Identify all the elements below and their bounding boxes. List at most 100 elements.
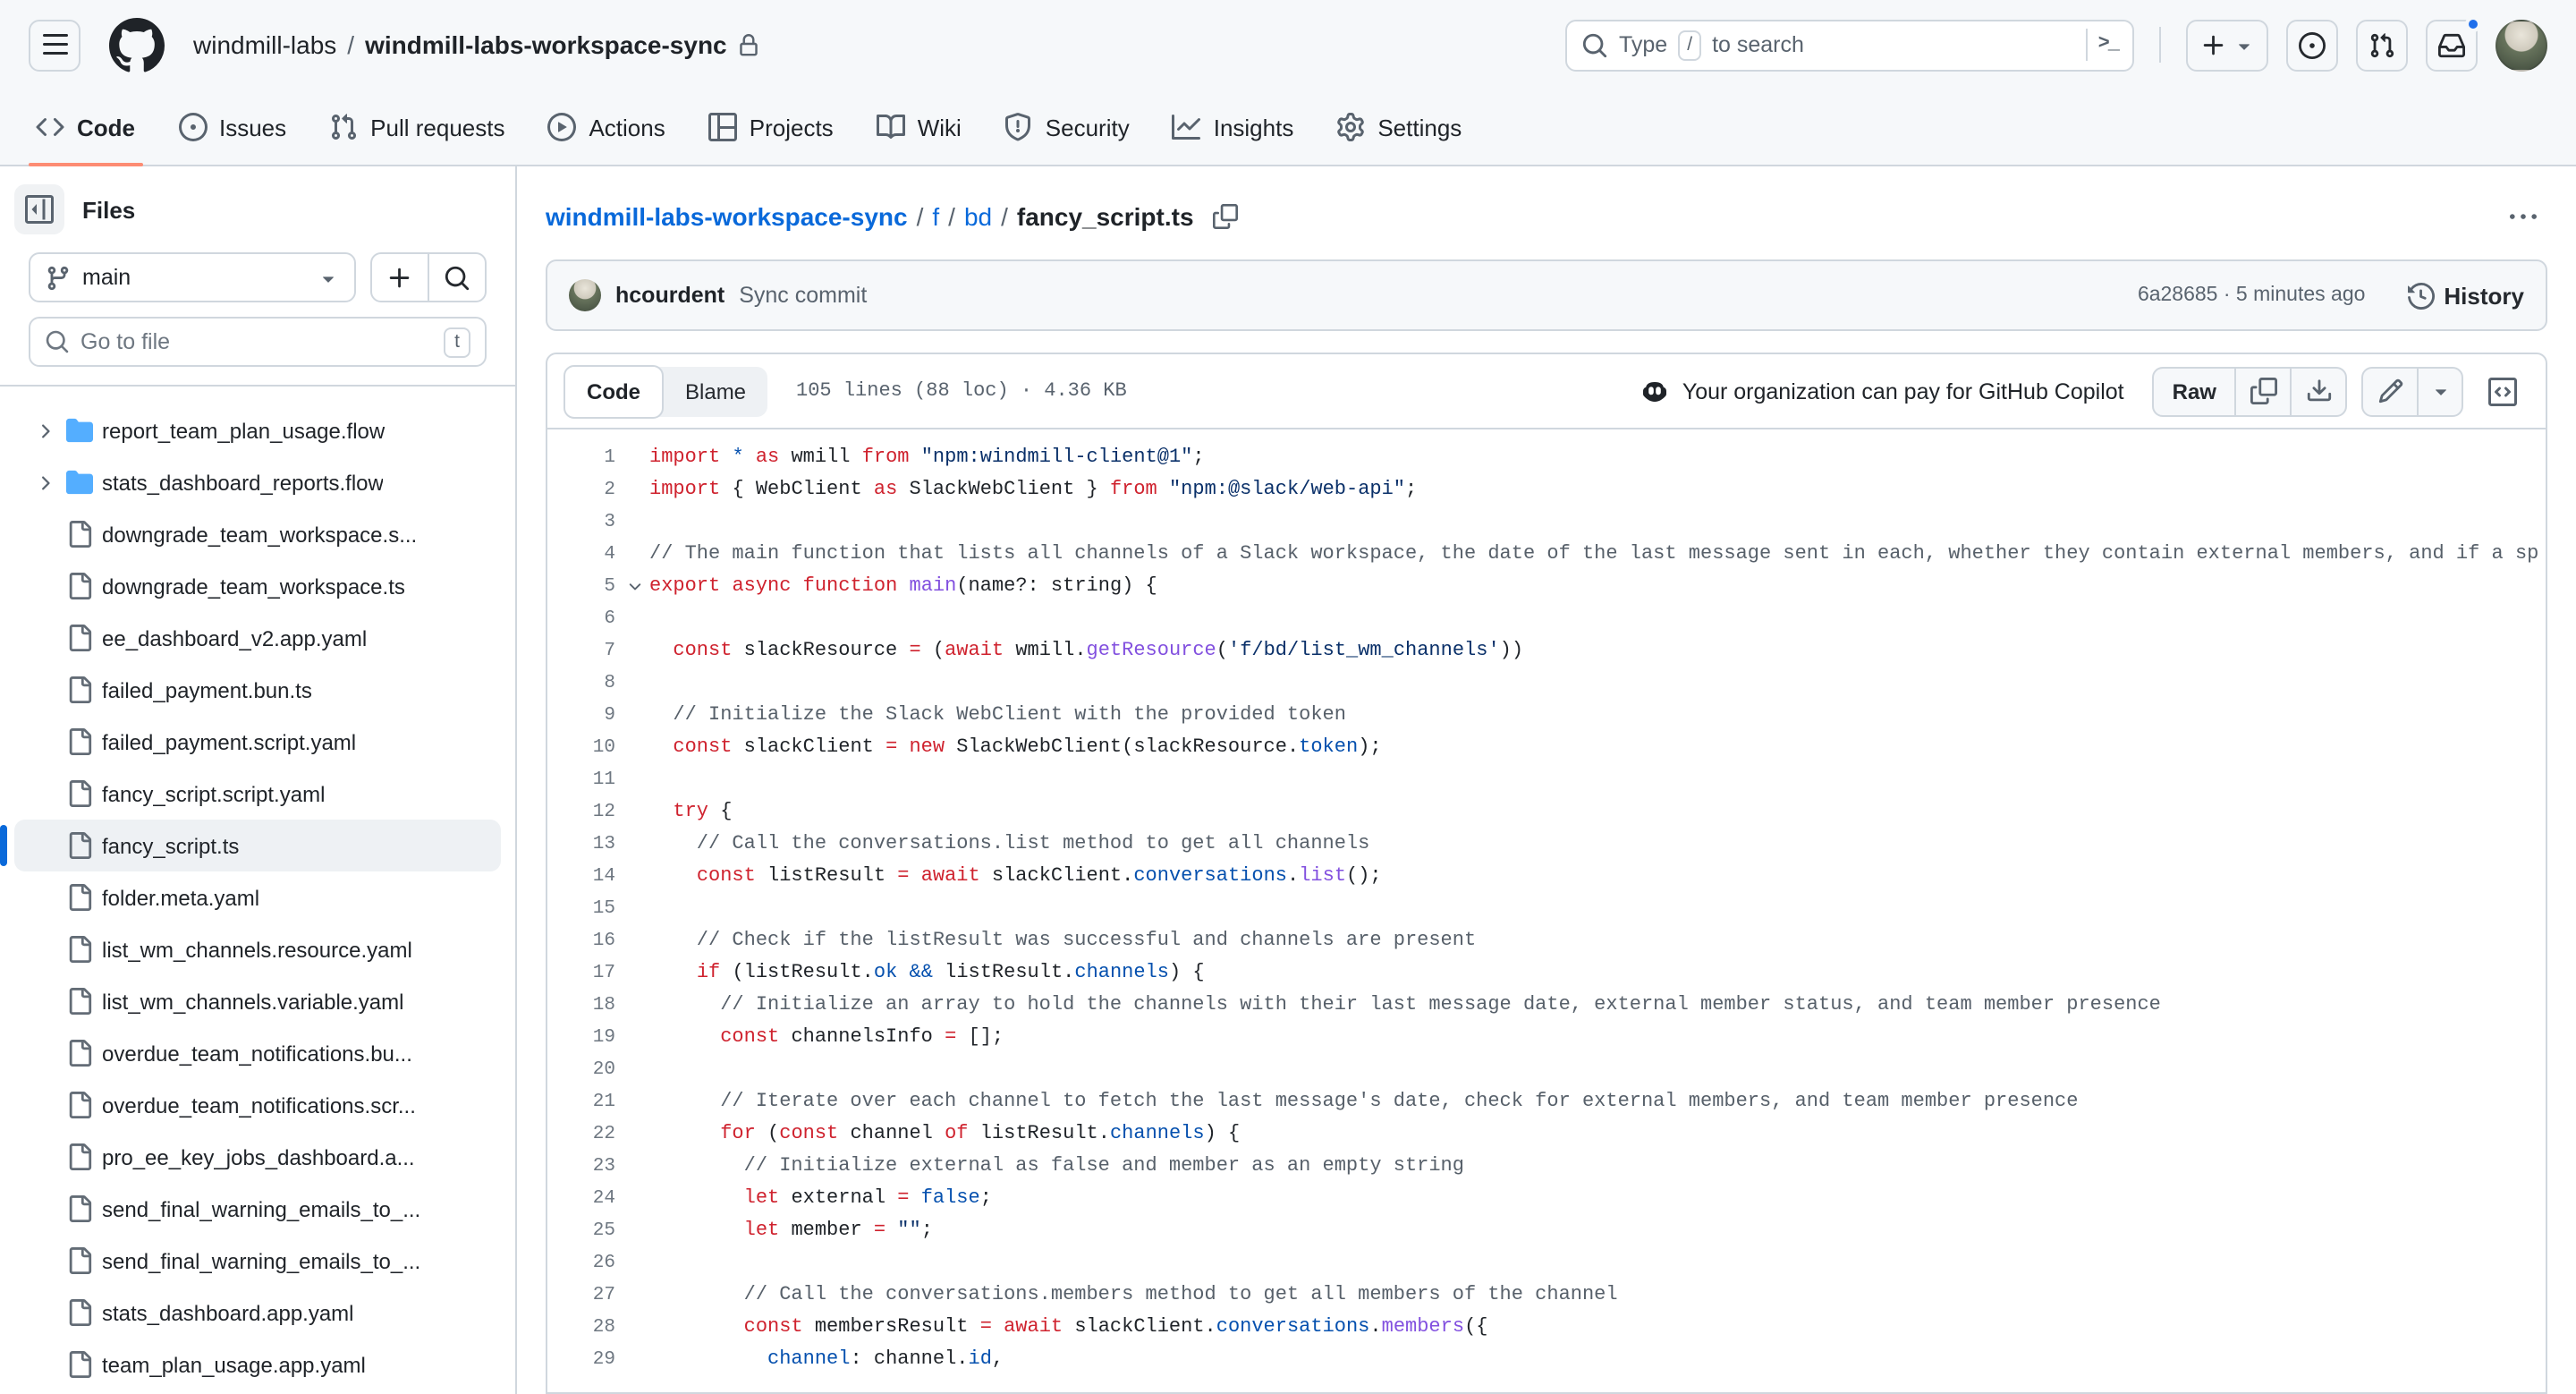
- breadcrumb-folder-bd[interactable]: bd: [964, 202, 992, 231]
- line-number[interactable]: 18: [547, 990, 619, 1022]
- line-number[interactable]: 10: [547, 732, 619, 764]
- commit-message[interactable]: Sync commit: [739, 283, 867, 308]
- chevron-right-icon[interactable]: [32, 420, 57, 441]
- tree-item[interactable]: downgrade_team_workspace.s...: [14, 508, 501, 560]
- add-file-button[interactable]: [372, 254, 428, 301]
- line-number[interactable]: 6: [547, 603, 619, 635]
- user-avatar[interactable]: [2496, 19, 2547, 71]
- tab-insights[interactable]: Insights: [1151, 89, 1316, 165]
- line-number[interactable]: 3: [547, 506, 619, 539]
- tree-item[interactable]: list_wm_channels.variable.yaml: [14, 975, 501, 1027]
- line-number[interactable]: 5: [547, 571, 619, 603]
- more-options-button[interactable]: [2497, 191, 2547, 242]
- line-number[interactable]: 13: [547, 829, 619, 861]
- line-number[interactable]: 9: [547, 700, 619, 732]
- line-number[interactable]: 17: [547, 957, 619, 990]
- chevron-right-icon[interactable]: [32, 472, 57, 493]
- line-number[interactable]: 14: [547, 861, 619, 893]
- tab-issues[interactable]: Issues: [157, 89, 308, 165]
- breadcrumb-folder-f[interactable]: f: [932, 202, 939, 231]
- tree-item[interactable]: folder.meta.yaml: [14, 871, 501, 923]
- line-number[interactable]: 19: [547, 1022, 619, 1054]
- tree-item[interactable]: list_wm_channels.resource.yaml: [14, 923, 501, 975]
- create-new-button[interactable]: [2186, 19, 2268, 71]
- go-to-file-input[interactable]: Go to file t: [29, 317, 487, 367]
- tree-item[interactable]: stats_dashboard_reports.flow: [14, 456, 501, 508]
- line-number[interactable]: 24: [547, 1183, 619, 1215]
- raw-button[interactable]: Raw: [2155, 368, 2234, 414]
- breadcrumb-repo-link[interactable]: windmill-labs-workspace-sync: [546, 202, 908, 231]
- tab-projects[interactable]: Projects: [687, 89, 855, 165]
- line-number[interactable]: 2: [547, 474, 619, 506]
- line-number[interactable]: 16: [547, 925, 619, 957]
- code-text: // Iterate over each channel to fetch th…: [649, 1092, 2079, 1113]
- plus-icon: [386, 264, 413, 291]
- tree-item[interactable]: team_plan_usage.app.yaml: [14, 1339, 501, 1390]
- copilot-banner[interactable]: Your organization can pay for GitHub Cop…: [1641, 377, 2124, 405]
- branch-selector[interactable]: main: [29, 252, 356, 302]
- search-tree-button[interactable]: [429, 254, 485, 301]
- pull-requests-button[interactable]: [2356, 19, 2408, 71]
- search-input[interactable]: Type / to search >_: [1565, 19, 2134, 71]
- tab-wiki[interactable]: Wiki: [855, 89, 983, 165]
- copy-path-button[interactable]: [1213, 204, 1239, 229]
- breadcrumb-separator: /: [948, 202, 955, 231]
- tab-settings[interactable]: Settings: [1315, 89, 1483, 165]
- edit-button[interactable]: [2363, 368, 2417, 414]
- tree-item[interactable]: ee_dashboard_v2.app.yaml: [14, 612, 501, 664]
- tab-pull-requests[interactable]: Pull requests: [308, 89, 526, 165]
- tab-code[interactable]: Code: [14, 89, 157, 166]
- fold-toggle-icon[interactable]: [619, 571, 649, 603]
- tree-item[interactable]: stats_dashboard.app.yaml: [14, 1287, 501, 1339]
- tree-item[interactable]: pro_ee_key_jobs_dashboard.a...: [14, 1131, 501, 1183]
- hamburger-menu-button[interactable]: [29, 19, 80, 71]
- line-number[interactable]: 8: [547, 667, 619, 700]
- tree-item[interactable]: send_final_warning_emails_to_...: [14, 1183, 501, 1235]
- tree-item[interactable]: overdue_team_notifications.bu...: [14, 1027, 501, 1079]
- tree-item[interactable]: downgrade_team_workspace.ts: [14, 560, 501, 612]
- edit-dropdown-button[interactable]: [2419, 368, 2462, 414]
- collapse-sidebar-button[interactable]: [14, 184, 64, 234]
- tree-item[interactable]: failed_payment.script.yaml: [14, 716, 501, 768]
- line-number[interactable]: 11: [547, 764, 619, 796]
- line-number[interactable]: 29: [547, 1344, 619, 1376]
- line-number[interactable]: 20: [547, 1054, 619, 1086]
- tree-item[interactable]: fancy_script.ts: [0, 820, 501, 871]
- line-number[interactable]: 15: [547, 893, 619, 925]
- download-button[interactable]: [2292, 368, 2345, 414]
- inbox-button[interactable]: [2426, 15, 2481, 71]
- copy-file-button[interactable]: [2236, 368, 2290, 414]
- commit-author[interactable]: hcourdent: [615, 283, 724, 308]
- search-icon: [1581, 31, 1608, 58]
- issues-button[interactable]: [2286, 19, 2338, 71]
- symbols-panel-button[interactable]: [2478, 366, 2528, 416]
- unread-notification-dot: [2465, 15, 2481, 31]
- line-number[interactable]: 12: [547, 796, 619, 829]
- tab-security[interactable]: Security: [983, 89, 1151, 165]
- code-tab[interactable]: Code: [564, 364, 664, 418]
- tree-item[interactable]: send_final_warning_emails_to_...: [14, 1235, 501, 1287]
- repo-link[interactable]: windmill-labs-workspace-sync: [365, 30, 727, 59]
- tree-item[interactable]: failed_payment.bun.ts: [14, 664, 501, 716]
- blame-tab[interactable]: Blame: [664, 366, 767, 416]
- tree-item[interactable]: fancy_script.script.yaml: [14, 768, 501, 820]
- line-number[interactable]: 1: [547, 442, 619, 474]
- line-number[interactable]: 26: [547, 1247, 619, 1279]
- file-icon: [66, 728, 93, 755]
- org-link[interactable]: windmill-labs: [193, 30, 336, 59]
- commit-author-avatar[interactable]: [569, 279, 601, 311]
- history-button[interactable]: History: [2408, 282, 2524, 309]
- line-number[interactable]: 23: [547, 1151, 619, 1183]
- line-number[interactable]: 7: [547, 635, 619, 667]
- line-number[interactable]: 27: [547, 1279, 619, 1312]
- line-number[interactable]: 22: [547, 1118, 619, 1151]
- line-number[interactable]: 25: [547, 1215, 619, 1247]
- line-number[interactable]: 4: [547, 539, 619, 571]
- copilot-chat-button[interactable]: >_: [2098, 34, 2120, 55]
- github-logo[interactable]: [109, 17, 165, 72]
- tab-actions[interactable]: Actions: [526, 89, 686, 165]
- tree-item[interactable]: report_team_plan_usage.flow: [14, 404, 501, 456]
- tree-item[interactable]: overdue_team_notifications.scr...: [14, 1079, 501, 1131]
- line-number[interactable]: 21: [547, 1086, 619, 1118]
- line-number[interactable]: 28: [547, 1312, 619, 1344]
